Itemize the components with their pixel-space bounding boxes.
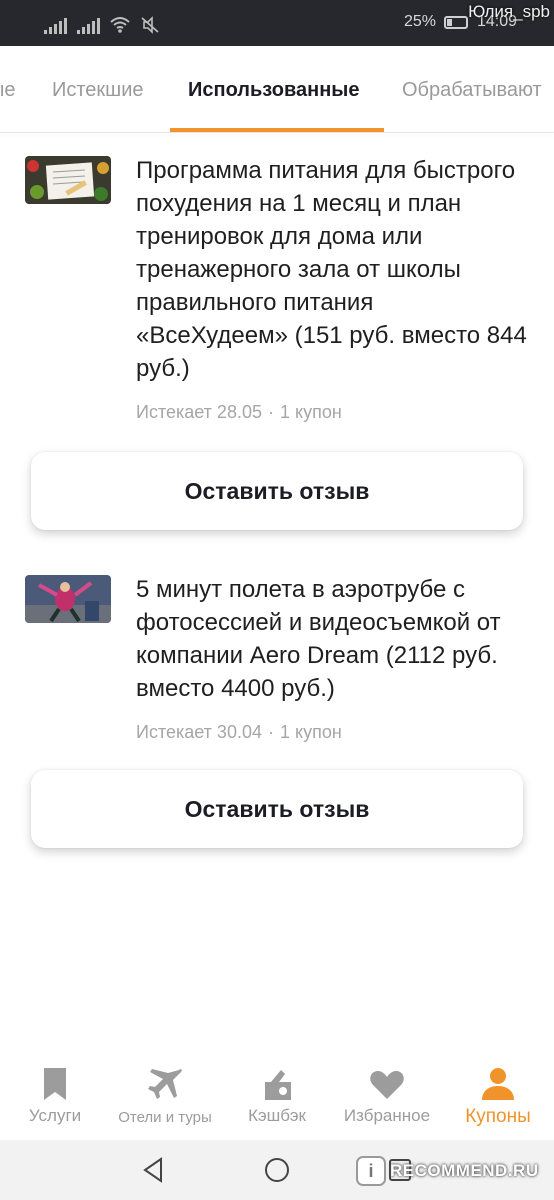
tab-processing[interactable]: Обрабатывают	[402, 79, 542, 102]
coupon-meta: Истекает 30.04 · 1 купон	[136, 722, 342, 742]
user-watermark: Юлия_spb	[468, 2, 550, 21]
coupon-title[interactable]: 5 минут полета в аэротрубе с фотосессией…	[136, 573, 531, 705]
nav-cashback[interactable]: Кэшбэк	[227, 1050, 327, 1140]
status-bar: 25% 14:09 Юлия_spb	[0, 0, 554, 46]
recommend-logo-icon: i	[356, 1156, 386, 1186]
nav-coupons[interactable]: Купоны	[448, 1050, 548, 1140]
coupon-meta: Истекает 28.05 · 1 купон	[136, 402, 342, 422]
nav-label: Избранное	[343, 1106, 431, 1125]
bookmark-icon	[44, 1068, 66, 1100]
bottom-navigation: Услуги Отели и туры Кэшбэк Избранное Куп…	[0, 1050, 554, 1140]
coupon-title[interactable]: Программа питания для быстрого похудения…	[136, 154, 531, 385]
coupon-expiry: Истекает 30.04	[136, 722, 262, 742]
nav-services[interactable]: Услуги	[5, 1050, 105, 1140]
back-icon[interactable]	[139, 1155, 169, 1185]
nav-label: Кэшбэк	[248, 1106, 306, 1125]
wifi-icon	[110, 17, 130, 33]
tab-partial[interactable]: ые	[0, 79, 16, 102]
wallet-icon	[265, 1070, 291, 1100]
skydiving-image[interactable]	[25, 575, 111, 623]
coupon-count: 1 купон	[279, 722, 342, 742]
battery-icon	[444, 16, 468, 29]
coupon-count: 1 купон	[279, 402, 342, 422]
tab-used[interactable]: Использованные	[188, 79, 359, 102]
tabs-divider	[0, 132, 554, 133]
food-notebook-image[interactable]	[25, 156, 111, 204]
nav-label: Купоны	[465, 1106, 531, 1127]
leave-review-button[interactable]: Оставить отзыв	[31, 770, 523, 848]
nav-hotels-tours[interactable]: Отели и туры	[115, 1050, 215, 1140]
signal-icon	[77, 16, 100, 34]
mute-icon	[141, 16, 159, 34]
nav-label: Услуги	[28, 1106, 82, 1125]
airplane-icon	[148, 1069, 182, 1099]
status-icons	[44, 14, 160, 34]
watermark-text: RECOMMEND.RU	[390, 1161, 539, 1180]
tab-expired[interactable]: Истекшие	[52, 79, 144, 102]
coupon-expiry: Истекает 28.05	[136, 402, 262, 422]
heart-icon	[370, 1071, 404, 1099]
coupon-tabs: ые Истекшие Использованные Обрабатывают	[0, 46, 554, 132]
site-watermark: i RECOMMEND.RU	[356, 1153, 539, 1189]
battery-percent: 25%	[404, 13, 437, 30]
signal-icon	[44, 16, 67, 34]
nav-favorites[interactable]: Избранное	[337, 1050, 437, 1140]
person-icon	[482, 1068, 514, 1100]
leave-review-button[interactable]: Оставить отзыв	[31, 452, 523, 530]
nav-label: Отели и туры	[118, 1109, 212, 1126]
home-icon[interactable]	[262, 1155, 292, 1185]
